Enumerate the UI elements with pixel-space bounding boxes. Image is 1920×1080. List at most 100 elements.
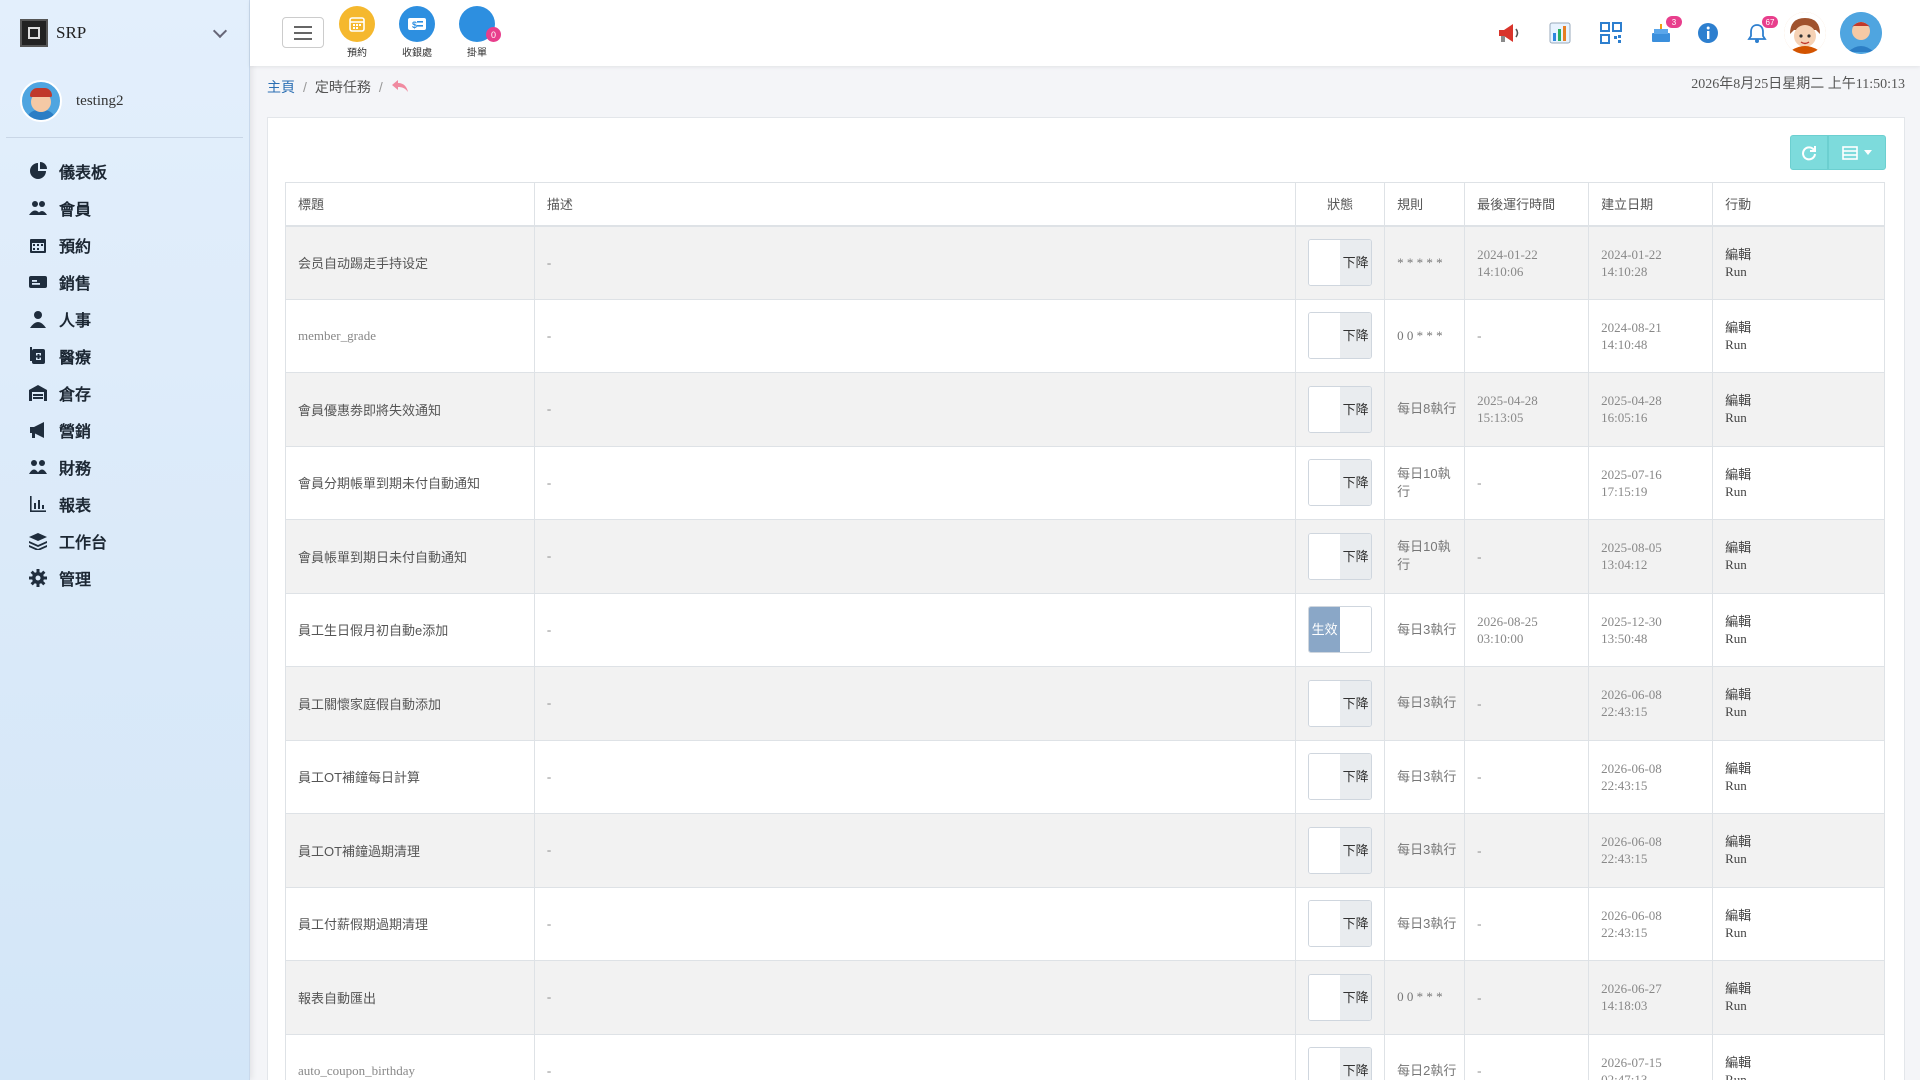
status-toggle[interactable]: 下降 [1308,459,1373,507]
sidebar-item-workbench[interactable]: 工作台 [0,522,249,559]
status-toggle[interactable]: 下降 [1308,900,1373,948]
column-header-rule[interactable]: 規則 [1384,182,1466,227]
edit-link[interactable]: 編輯 [1725,1054,1884,1071]
sidebar-item-finance[interactable]: 財務 [0,448,249,485]
qr-code-icon[interactable] [1596,18,1626,48]
status-label: 下降 [1340,460,1372,506]
column-header-created[interactable]: 建立日期 [1588,182,1714,227]
status-toggle[interactable]: 下降 [1308,1047,1373,1080]
sidebar-item-sales[interactable]: 銷售 [0,263,249,300]
task-created-value: 2025-08-05 13:04:12 [1601,540,1662,573]
status-toggle[interactable]: 下降 [1308,385,1373,433]
run-link[interactable]: Run [1725,997,1884,1014]
task-created-value: 2026-06-08 22:43:15 [1601,907,1662,940]
status-toggle[interactable]: 下降 [1308,753,1373,801]
task-created: 2026-07-15 02:47:13 [1588,1033,1714,1080]
edit-link[interactable]: 編輯 [1725,833,1884,850]
task-rule: 每日3執行 [1397,768,1457,784]
edit-link[interactable]: 編輯 [1725,246,1884,263]
bell-icon[interactable]: 67 [1742,16,1778,48]
task-title: auto_coupon_birthday [285,1033,535,1080]
edit-link[interactable]: 編輯 [1725,466,1884,483]
user-panel[interactable]: testing2 [6,65,243,138]
run-link[interactable]: Run [1725,263,1884,280]
run-link[interactable]: Run [1725,483,1884,500]
task-last-run: - [1464,298,1590,373]
task-last-run: 2025-04-28 15:13:05 [1464,372,1590,447]
back-arrow-icon[interactable] [391,79,409,96]
chevron-down-icon[interactable] [212,23,228,38]
status-toggle[interactable]: 下降 [1308,312,1373,360]
user-avatar[interactable] [1840,12,1882,54]
scheduled-tasks-table: 標題 描述 狀態 規則 最後運行時間 建立日期 行動 会员自动踢走手持设定 - 下降… [285,182,1885,1080]
run-link[interactable]: Run [1725,1071,1884,1080]
sidebar-item-medical[interactable]: 醫療 [0,337,249,374]
column-header-actions[interactable]: 行動 [1712,182,1885,227]
task-created: 2026-06-27 14:18:03 [1588,960,1714,1035]
quick-booking-button[interactable]: 預約 [332,6,382,59]
columns-toggle-button[interactable] [1828,135,1886,170]
column-header-description[interactable]: 描述 [533,182,1297,227]
sidebar-item-marketing[interactable]: 營銷 [0,411,249,448]
quick-cashier-button[interactable]: $ 收銀處 [392,6,442,59]
edit-link[interactable]: 編輯 [1725,392,1884,409]
megaphone-icon[interactable] [1494,18,1524,48]
sidebar-item-hr[interactable]: 人事 [0,300,249,337]
sidebar-item-members[interactable]: 會員 [0,189,249,226]
gear-icon [29,568,47,587]
task-created: 2026-06-08 22:43:15 [1588,739,1714,814]
task-created: 2026-06-08 22:43:15 [1588,886,1714,961]
status-toggle[interactable]: 下降 [1308,532,1373,580]
sidebar-item-booking[interactable]: 預約 [0,226,249,263]
task-last-run: - [1464,886,1590,961]
run-link[interactable]: Run [1725,703,1884,720]
task-status-cell: 生效 [1295,592,1386,667]
sidebar-item-reports[interactable]: 報表 [0,485,249,522]
edit-link[interactable]: 編輯 [1725,613,1884,630]
report-chart-icon[interactable] [1545,18,1575,48]
edit-link[interactable]: 編輯 [1725,319,1884,336]
run-link[interactable]: Run [1725,556,1884,573]
status-toggle[interactable]: 下降 [1308,826,1373,874]
sidebar-item-inventory[interactable]: 倉存 [0,374,249,411]
edit-link[interactable]: 編輯 [1725,760,1884,777]
status-label: 下降 [1340,974,1372,1020]
task-description: - [533,739,1297,814]
brand-header[interactable]: SRP [0,0,249,65]
column-header-status[interactable]: 狀態 [1295,182,1386,227]
edit-link[interactable]: 編輯 [1725,980,1884,997]
sidebar-item-label: 會員 [59,201,92,219]
breadcrumb-current: 定時任務 [314,79,371,95]
run-link[interactable]: Run [1725,924,1884,941]
quick-pending-button[interactable]: 0 掛單 [452,6,502,59]
breadcrumb-home-link[interactable]: 主頁 [267,77,295,97]
edit-link[interactable]: 編輯 [1725,686,1884,703]
status-toggle[interactable]: 下降 [1308,679,1373,727]
task-last-run: - [1464,1033,1590,1080]
task-created: 2025-04-28 16:05:16 [1588,372,1714,447]
task-rule-cell: 每日3執行 [1384,592,1466,667]
task-rule-cell: 每日10執行 [1384,445,1466,520]
status-toggle[interactable]: 下降 [1308,239,1373,286]
sidebar-item-dashboard[interactable]: 儀表板 [0,152,249,189]
run-link[interactable]: Run [1725,630,1884,647]
birthday-cake-icon[interactable]: 3 [1646,16,1682,48]
column-header-last-run[interactable]: 最後運行時間 [1464,182,1590,227]
edit-link[interactable]: 編輯 [1725,907,1884,924]
run-link[interactable]: Run [1725,850,1884,867]
sidebar-item-admin[interactable]: 管理 [0,559,249,596]
task-created: 2026-06-08 22:43:15 [1588,666,1714,741]
edit-link[interactable]: 編輯 [1725,539,1884,556]
pending-count-badge: 0 [486,27,501,42]
status-toggle[interactable]: 生效 [1308,606,1373,654]
menu-toggle-button[interactable] [282,17,324,48]
run-link[interactable]: Run [1725,336,1884,353]
column-header-title[interactable]: 標題 [285,182,535,227]
refresh-button[interactable] [1790,135,1828,170]
task-actions: 編輯 Run [1712,739,1885,814]
info-icon[interactable] [1693,18,1723,48]
status-toggle[interactable]: 下降 [1308,973,1373,1021]
run-link[interactable]: Run [1725,409,1884,426]
staff-avatar[interactable] [1784,12,1826,54]
run-link[interactable]: Run [1725,777,1884,794]
